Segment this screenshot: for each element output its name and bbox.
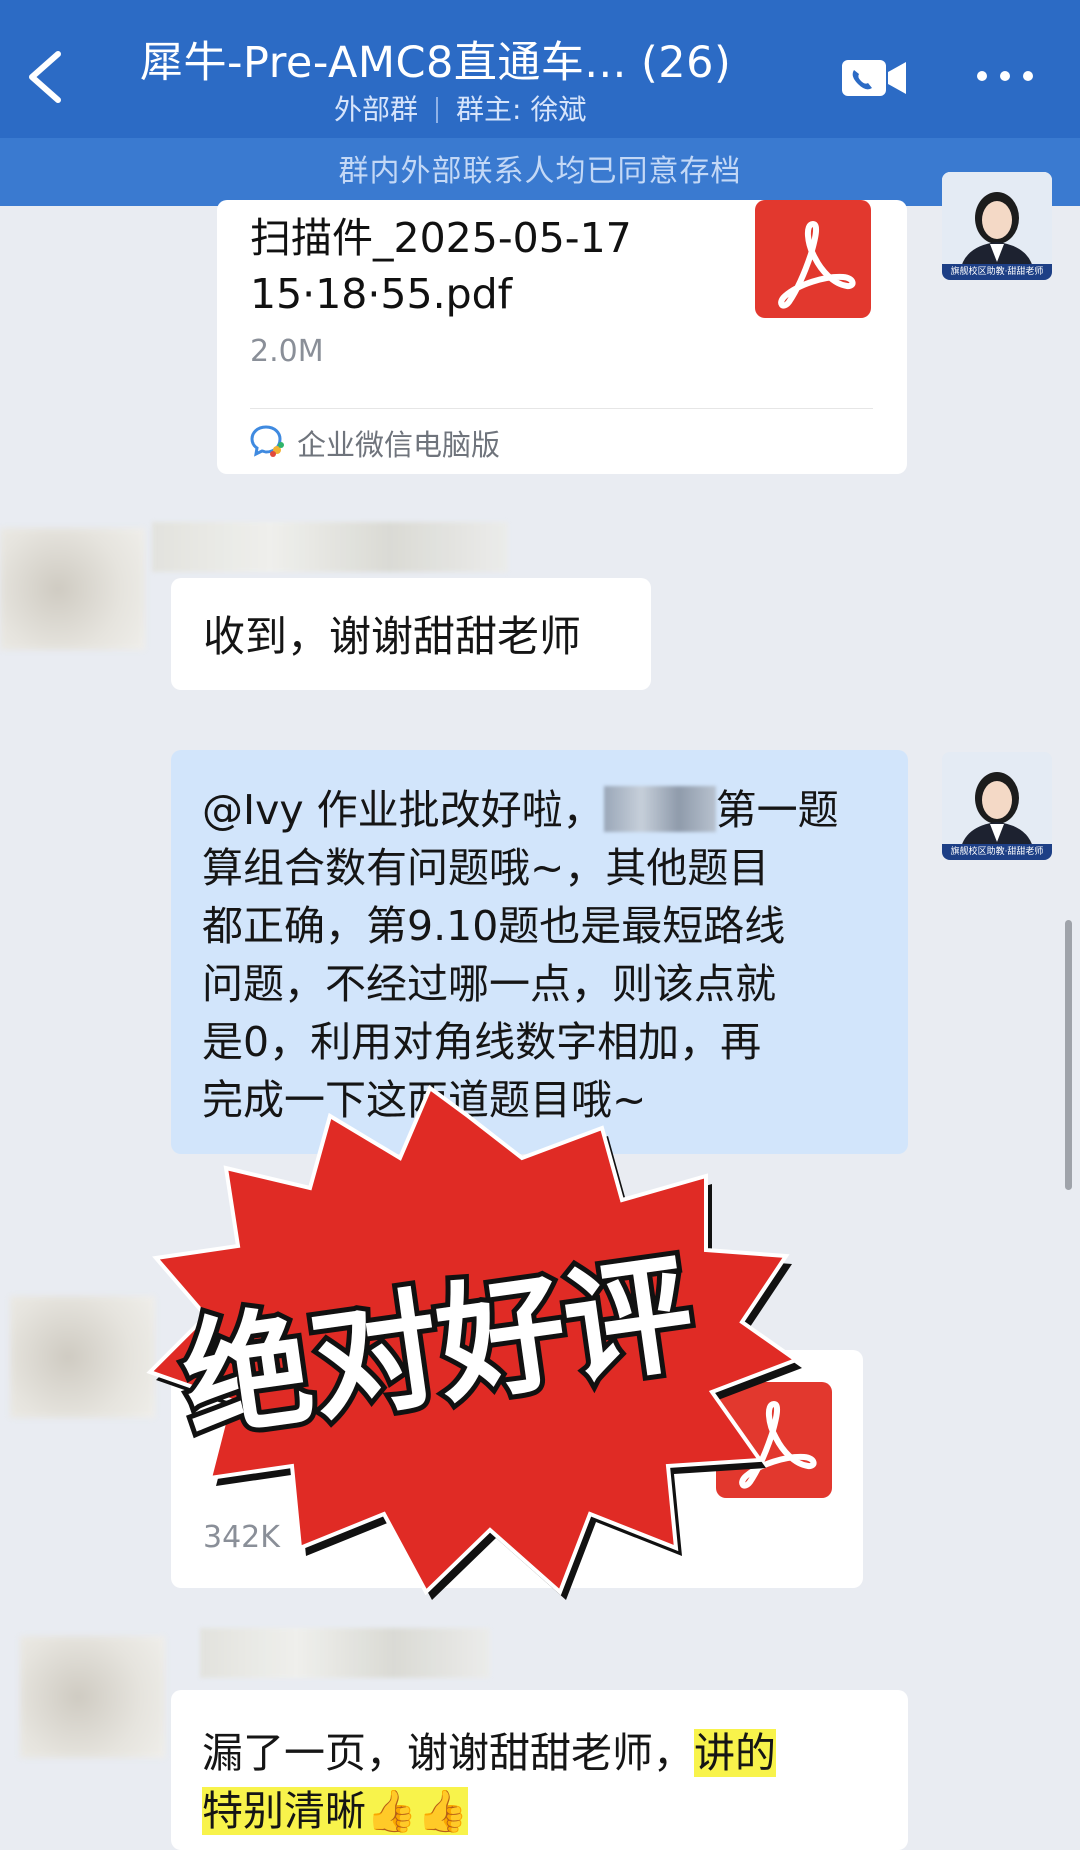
highlighted-text: 讲的 (694, 1729, 776, 1777)
group-owner-label: 群主: 徐斌 (456, 93, 587, 126)
avatar-caption: 旗舰校区助教·甜甜老师 (942, 264, 1052, 280)
feedback-line-3: 都正确，第9.10题也是最短路线 (202, 902, 786, 950)
feedback-line-2: 算组合数有问题哦~，其他题目 (202, 844, 770, 892)
file-source-label: 企业微信电脑版 (297, 428, 501, 462)
sender-name-blurred (200, 1628, 490, 1678)
file-name-line2: 15·18·55.pdf (250, 270, 513, 318)
file-name: 扫描件_2025-05-17 15·18·55.pdf (250, 210, 632, 322)
reply-line-1: 漏了一页，谢谢甜甜老师，讲的 (202, 1729, 776, 1777)
wecom-logo-icon (250, 425, 284, 457)
teacher-feedback-text: @Ivy 作业批改好啦， 第一题 算组合数有问题哦~，其他题目 都正确，第9.10… (202, 781, 839, 1129)
reply-message-text: 漏了一页，谢谢甜甜老师，讲的 特别清晰👍👍 (202, 1724, 776, 1840)
group-type-label: 外部群 (334, 93, 419, 126)
chat-title[interactable]: 犀牛-Pre-AMC8直通车... (26) (140, 28, 731, 90)
file-message-card[interactable]: 342K (171, 1350, 863, 1588)
avatar-caption: 旗舰校区助教·甜甜老师 (942, 844, 1052, 860)
divider (436, 97, 439, 123)
mention-text: @Ivy 作业批改好啦， (202, 786, 604, 834)
feedback-line-5: 是0，利用对角线数字相加，再 (202, 1018, 762, 1066)
archive-notice-bar: 群内外部联系人均已同意存档 (0, 138, 1080, 206)
back-arrow-icon[interactable] (22, 48, 68, 106)
highlighted-text: 特别清晰 (202, 1787, 366, 1835)
card-divider (250, 408, 873, 409)
chat-subtitle: 外部群 群主: 徐斌 (334, 88, 586, 128)
teacher-avatar[interactable]: 旗舰校区助教·甜甜老师 (942, 172, 1052, 280)
student-avatar-blurred[interactable] (10, 1296, 155, 1418)
sender-name-blurred (152, 522, 508, 572)
pdf-file-icon (755, 200, 871, 318)
reply-line-2: 特别清晰👍👍 (202, 1782, 776, 1840)
pdf-file-icon (716, 1382, 832, 1498)
chat-header: 犀牛-Pre-AMC8直通车... (26) 外部群 群主: 徐斌 (0, 0, 1080, 138)
feedback-line-1: @Ivy 作业批改好啦， 第一题 (202, 786, 839, 834)
more-icon[interactable] (974, 62, 1036, 90)
name-blurred (603, 786, 716, 832)
reply-message-text: 收到，谢谢甜甜老师 (203, 612, 582, 661)
file-size: 342K (203, 1520, 280, 1555)
file-size: 2.0M (250, 334, 324, 369)
thumbs-up-emoji: 👍👍 (366, 1787, 469, 1835)
file-name-line1: 扫描件_2025-05-17 (250, 214, 632, 262)
scrollbar[interactable] (1065, 920, 1072, 1190)
teacher-avatar[interactable]: 旗舰校区助教·甜甜老师 (942, 752, 1052, 860)
feedback-line-4: 问题，不经过哪一点，则该点就 (202, 960, 776, 1008)
file-message-card[interactable]: 扫描件_2025-05-17 15·18·55.pdf 2.0M 企业微信电脑版 (217, 200, 907, 474)
student-avatar-blurred[interactable] (0, 528, 145, 650)
feedback-line-6: 完成一下这两道题目哦~ (202, 1076, 647, 1124)
student-avatar-blurred[interactable] (20, 1636, 165, 1758)
video-call-icon[interactable] (840, 58, 908, 98)
